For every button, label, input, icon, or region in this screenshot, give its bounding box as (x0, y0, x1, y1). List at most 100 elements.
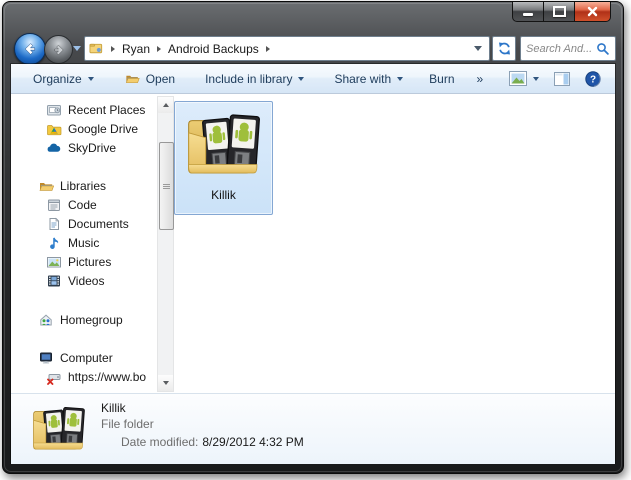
recent-pages-dropdown[interactable] (73, 46, 81, 51)
sidebar-item-homegroup[interactable]: Homegroup (38, 310, 123, 329)
sidebar-item-label: Pictures (68, 254, 112, 269)
sidebar-item-label: Recent Places (68, 102, 146, 117)
details-pane: Killik File folder Date modified: 8/29/20… (11, 393, 615, 464)
forward-button[interactable] (44, 35, 73, 64)
folder-tile-killik[interactable]: Killik (174, 101, 273, 215)
skydrive-cloud-icon (46, 140, 62, 156)
chevron-down-icon (397, 76, 404, 81)
document-icon (46, 216, 62, 232)
open-folder-icon (125, 75, 140, 83)
breadcrumb-separator-icon (111, 45, 115, 52)
sidebar-item-label: Google Drive (68, 121, 139, 136)
breadcrumb-separator-icon (265, 45, 270, 52)
chevron-down-icon (298, 76, 305, 81)
sidebar-item-label: Libraries (60, 178, 107, 193)
details-date-modified: Date modified: 8/29/2012 4:32 PM (121, 435, 304, 449)
refresh-icon (498, 42, 510, 55)
disconnected-drive-icon (46, 369, 62, 385)
sidebar-item-label: Music (68, 235, 100, 250)
triangle-down-icon (162, 381, 169, 385)
preview-pane-icon (554, 71, 570, 86)
sidebar-item-music[interactable]: Music (46, 233, 99, 252)
organize-menu[interactable]: Organize (33, 72, 94, 86)
address-dropdown-icon[interactable] (474, 46, 482, 51)
date-modified-value: 8/29/2012 4:32 PM (202, 435, 304, 449)
details-folder-type: File folder (101, 417, 154, 431)
google-drive-icon (46, 121, 62, 137)
date-modified-label: Date modified: (121, 435, 199, 449)
explorer-window: Ryan Android Backups Search And... Organ… (2, 1, 624, 474)
sidebar-item-computer[interactable]: Computer (38, 348, 113, 367)
refresh-button[interactable] (492, 36, 516, 61)
close-button[interactable] (575, 2, 611, 22)
computer-icon (38, 350, 54, 366)
sidebar-item-label: Videos (68, 273, 105, 288)
sidebar-item-disconnected-drive[interactable]: https://www.bo (46, 367, 146, 386)
sidebar-item-pictures[interactable]: Pictures (46, 252, 111, 271)
folder-view: Recent Places Google Drive SkyDrive Libr… (11, 95, 615, 393)
breadcrumb-separator-icon (157, 45, 162, 52)
search-box[interactable]: Search And... (520, 36, 616, 61)
sidebar-scrollbar[interactable] (157, 96, 174, 392)
folder-with-floppy-disks-icon (31, 401, 87, 457)
toolbar-overflow-button[interactable]: » (477, 72, 484, 86)
help-icon: ? (585, 70, 601, 87)
folder-tile-label: Killik (211, 188, 236, 202)
views-icon (509, 71, 527, 86)
music-note-icon (46, 235, 62, 251)
sidebar-item-label: Homegroup (60, 312, 123, 327)
sidebar-item-label: https://www.bo (68, 369, 147, 384)
film-icon (46, 273, 62, 289)
command-bar: Organize Open Include in library Share w… (11, 64, 615, 94)
sidebar-item-label: Computer (60, 350, 113, 365)
details-folder-name: Killik (101, 401, 126, 415)
maximize-button[interactable] (544, 2, 575, 22)
breadcrumb-item-android-backups[interactable]: Android Backups (168, 42, 259, 56)
client-area: Organize Open Include in library Share w… (11, 64, 615, 464)
address-bar[interactable]: Ryan Android Backups (84, 36, 490, 61)
user-folder-icon (89, 43, 103, 54)
arrow-right-icon (54, 44, 63, 55)
arrow-left-icon (24, 43, 36, 55)
sidebar-item-label: Documents (68, 216, 129, 231)
homegroup-icon (38, 312, 54, 328)
minimize-button[interactable] (512, 2, 544, 22)
scroll-down-button[interactable] (158, 375, 173, 391)
burn-button[interactable]: Burn (429, 72, 454, 86)
scroll-up-button[interactable] (158, 97, 173, 113)
sidebar-item-label: Code (68, 197, 97, 212)
sidebar-item-documents[interactable]: Documents (46, 214, 129, 233)
share-with-menu[interactable]: Share with (334, 72, 404, 86)
search-placeholder: Search And... (526, 42, 593, 55)
minimize-icon (523, 13, 533, 16)
open-button[interactable]: Open (124, 71, 175, 86)
chevron-down-icon (87, 76, 94, 81)
back-button[interactable] (14, 33, 46, 65)
include-in-library-menu[interactable]: Include in library (205, 72, 305, 86)
maximize-icon (552, 6, 566, 17)
sidebar-item-code[interactable]: Code (46, 195, 97, 214)
picture-icon (46, 254, 62, 270)
sidebar-item-libraries[interactable]: Libraries (38, 176, 106, 195)
chevron-down-icon (533, 76, 539, 81)
close-icon (587, 6, 598, 17)
sidebar-item-recent-places[interactable]: Recent Places (46, 100, 145, 119)
library-icon (46, 197, 62, 213)
sidebar-item-google-drive[interactable]: Google Drive (46, 119, 138, 138)
folder-with-floppy-disks-icon (185, 106, 263, 184)
grip-icon (163, 183, 170, 189)
navigation-pane: Recent Places Google Drive SkyDrive Libr… (11, 95, 177, 393)
sidebar-item-skydrive[interactable]: SkyDrive (46, 138, 116, 157)
scrollbar-thumb[interactable] (159, 142, 174, 230)
triangle-up-icon (162, 103, 169, 107)
libraries-icon (38, 178, 54, 194)
svg-text:?: ? (590, 74, 596, 85)
sidebar-item-videos[interactable]: Videos (46, 271, 104, 290)
recent-places-icon (46, 102, 62, 118)
help-button[interactable]: ? (585, 70, 601, 87)
preview-pane-button[interactable] (554, 71, 570, 86)
screenshot-root: Ryan Android Backups Search And... Organ… (0, 0, 631, 480)
breadcrumb-item-ryan[interactable]: Ryan (122, 42, 150, 56)
change-view-button[interactable] (509, 71, 539, 86)
magnifier-icon[interactable] (596, 42, 610, 56)
